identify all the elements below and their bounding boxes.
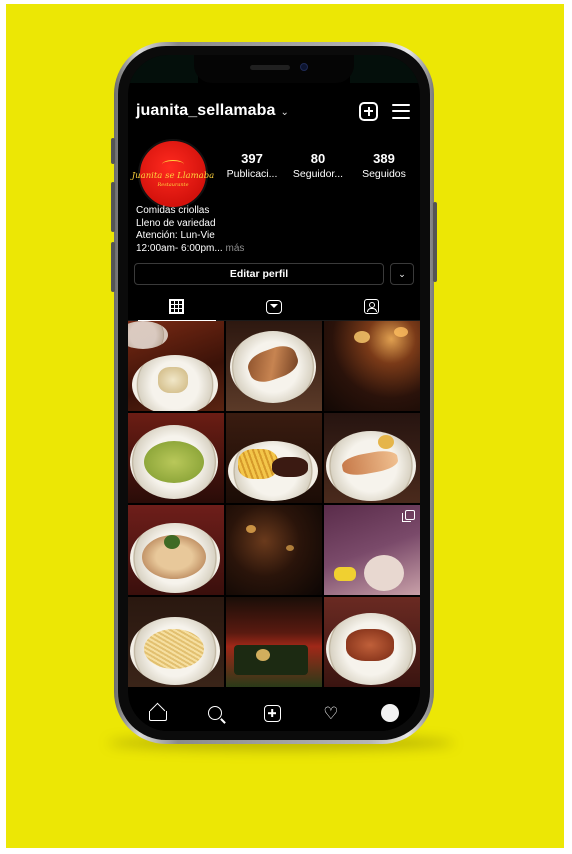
tagged-icon — [363, 299, 379, 314]
more-link[interactable]: más — [223, 243, 244, 254]
home-icon[interactable] — [149, 706, 168, 721]
username[interactable]: juanita_sellamaba — [136, 102, 276, 120]
activity-heart-icon[interactable]: ♡ — [323, 705, 338, 722]
power-button — [433, 202, 437, 282]
post-thumbnail[interactable] — [128, 413, 224, 503]
earpiece-speaker — [250, 65, 290, 70]
new-post-icon[interactable] — [263, 704, 281, 722]
stat-label: Seguidor... — [292, 168, 344, 180]
tab-igtv[interactable] — [225, 293, 322, 320]
status-bar-left — [128, 55, 198, 83]
grid-icon — [169, 299, 185, 314]
phone-bezel: juanita_sellamaba ⌄ Juanita se Llamaba R… — [118, 46, 430, 740]
mute-switch — [111, 138, 115, 164]
bio-line: 12:00am- 6:00pm... — [136, 242, 223, 254]
photo-grid — [128, 321, 420, 697]
post-thumbnail[interactable] — [128, 505, 224, 595]
volume-up-button — [111, 182, 115, 232]
profile-actions: Editar perfil ⌄ — [134, 263, 414, 285]
profile-avatar[interactable]: Juanita se Llamaba Restaurante — [132, 139, 214, 209]
profile-avatar[interactable] — [380, 704, 399, 722]
post-thumbnail[interactable] — [226, 505, 322, 595]
profile-tabs — [128, 293, 420, 321]
stat-following[interactable]: 389 Seguidos — [354, 151, 414, 180]
bio-line: Comidas criollas — [136, 205, 210, 216]
front-camera — [300, 63, 308, 71]
menu-icon[interactable] — [392, 103, 410, 119]
stat-followers[interactable]: 80 Seguidor... — [288, 151, 348, 180]
profile-stats: 397 Publicaci... 80 Seguidor... 389 Segu… — [222, 151, 414, 180]
stat-posts[interactable]: 397 Publicaci... — [222, 151, 282, 180]
profile-header: juanita_sellamaba ⌄ — [136, 99, 410, 123]
post-thumbnail[interactable] — [226, 413, 322, 503]
stat-label: Seguidos — [362, 168, 406, 180]
bottom-navigation: ♡ — [128, 699, 420, 731]
stat-value: 80 — [310, 151, 326, 166]
igtv-icon — [265, 299, 282, 314]
post-thumbnail[interactable] — [324, 321, 420, 411]
post-thumbnail[interactable] — [324, 413, 420, 503]
volume-down-button — [111, 242, 115, 292]
bio-line: Lleno de variedad — [136, 217, 216, 229]
notch — [194, 55, 354, 83]
stat-value: 389 — [373, 151, 395, 166]
post-thumbnail[interactable] — [324, 597, 420, 687]
tab-tagged[interactable] — [323, 293, 420, 320]
chevron-down-icon[interactable]: ⌄ — [281, 107, 289, 118]
header-actions — [359, 101, 410, 121]
phone-frame: juanita_sellamaba ⌄ Juanita se Llamaba R… — [111, 42, 437, 744]
profile-bio: Comidas criollas Lleno de variedad Atenc… — [136, 205, 244, 255]
suggested-accounts-button[interactable]: ⌄ — [390, 263, 414, 285]
status-bar-right — [350, 55, 420, 83]
phone-screen: juanita_sellamaba ⌄ Juanita se Llamaba R… — [128, 55, 420, 731]
post-thumbnail[interactable] — [226, 321, 322, 411]
post-thumbnail[interactable] — [128, 321, 224, 411]
bio-line: Atención: Lun-Vie — [136, 230, 215, 242]
stat-label: Publicaci... — [226, 168, 278, 180]
chevron-down-icon: ⌄ — [398, 268, 406, 279]
avatar-logo-sub: Restaurante — [157, 182, 189, 188]
post-thumbnail[interactable] — [226, 597, 322, 687]
new-post-icon[interactable] — [359, 101, 378, 121]
fork-logo-icon — [162, 160, 184, 169]
post-thumbnail[interactable] — [324, 505, 420, 595]
bio-line-truncated: 12:00am- 6:00pm... más — [136, 243, 244, 256]
post-thumbnail[interactable] — [128, 597, 224, 687]
avatar-logo-text: Juanita se Llamaba — [131, 171, 215, 181]
edit-profile-button[interactable]: Editar perfil — [134, 263, 384, 285]
multiple-photos-icon — [402, 510, 415, 522]
search-icon[interactable] — [207, 706, 222, 720]
tab-posts-grid[interactable] — [128, 293, 225, 321]
stat-value: 397 — [241, 151, 263, 166]
